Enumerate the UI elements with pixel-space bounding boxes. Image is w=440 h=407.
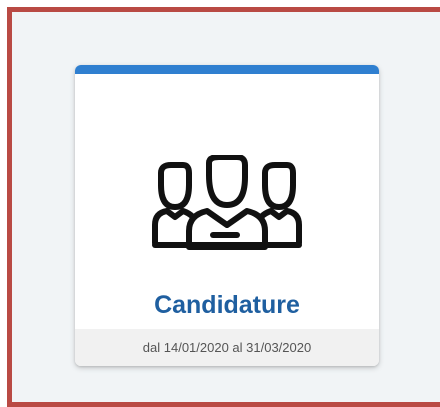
card-period: dal 14/01/2020 al 31/03/2020 — [75, 329, 379, 366]
card-title[interactable]: Candidature — [75, 291, 379, 320]
period-text: dal 14/01/2020 al 31/03/2020 — [142, 340, 312, 355]
candidates-group-icon — [152, 155, 302, 250]
card-accent-bar — [75, 65, 379, 74]
